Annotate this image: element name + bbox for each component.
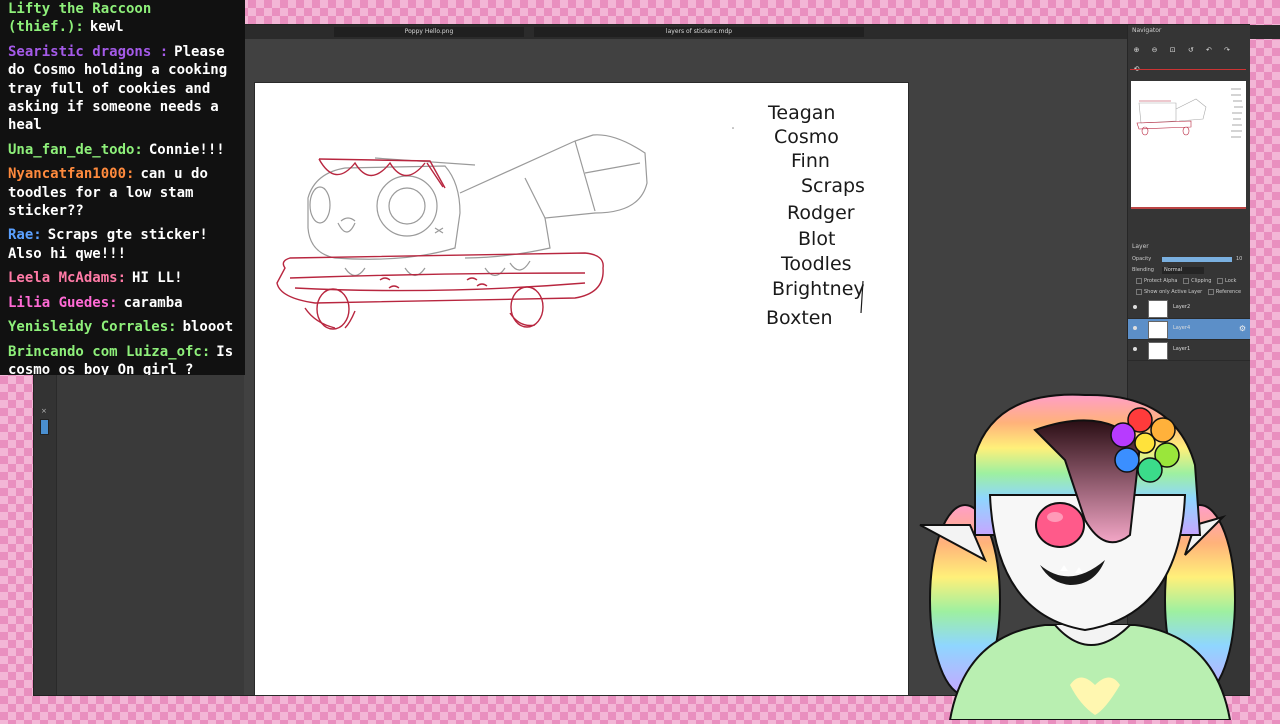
- layer-thumbnail: [1148, 342, 1168, 360]
- drawing-canvas[interactable]: Teagan Cosmo Finn Scraps Rodger Blot Too…: [255, 83, 908, 695]
- chat-username: Lilia Guedes:: [8, 294, 118, 311]
- blending-row: Blending Normal: [1128, 265, 1250, 276]
- name-blot: Blot: [798, 228, 835, 250]
- chat-username: Una_fan_de_todo:: [8, 141, 143, 158]
- blending-select[interactable]: Normal: [1162, 267, 1204, 274]
- rotate-left-icon[interactable]: ↶: [1204, 46, 1213, 54]
- toolbox-close-icon[interactable]: ×: [41, 407, 47, 415]
- tab-layers-of-stickers[interactable]: layers of stickers.mdp: [534, 27, 864, 37]
- navigator-toolbar: ⊕ ⊖ ⊡ ↺ ↶ ↷ ⟲: [1132, 37, 1248, 73]
- navigator-thumbnail: [1136, 88, 1243, 138]
- layer-name: Layer2: [1173, 304, 1191, 310]
- zoom-in-icon[interactable]: ⊕: [1132, 46, 1141, 54]
- reference-label: Reference: [1215, 289, 1242, 295]
- chat-username: Yenisleidy Corrales:: [8, 319, 177, 336]
- layer-item[interactable]: Layer1: [1128, 340, 1250, 361]
- chat-text: HI LL!: [132, 270, 183, 287]
- rotate-right-icon[interactable]: ↷: [1222, 46, 1231, 54]
- chat-text: kewl: [89, 19, 124, 36]
- toolbox-panel: ×: [37, 407, 55, 447]
- name-rodger: Rodger: [787, 202, 855, 224]
- fit-icon[interactable]: ⊡: [1168, 46, 1177, 54]
- avatar-illustration: [919, 393, 1236, 721]
- reference-checkbox[interactable]: [1207, 288, 1214, 295]
- show-active-checkbox[interactable]: [1136, 288, 1142, 295]
- visibility-eye-icon[interactable]: [1133, 347, 1137, 351]
- chat-message: Lilia Guedes: caramba: [0, 294, 245, 312]
- blending-label: Blending: [1132, 267, 1154, 273]
- chat-username: Leela McAdams:: [8, 270, 127, 287]
- protect-alpha-label: Protect Alpha: [1144, 278, 1178, 284]
- rotate-icon[interactable]: ↺: [1186, 46, 1195, 54]
- chat-text: Connie!!!: [148, 141, 225, 158]
- chat-message: Brincando com Luiza_ofc: Is cosmo os boy …: [0, 343, 245, 376]
- opacity-row: Opacity 10: [1128, 254, 1250, 265]
- opacity-label: Opacity: [1132, 256, 1152, 262]
- name-brightney: Brightney: [772, 278, 865, 300]
- chat-message: Yenisleidy Corrales: blooot: [0, 318, 245, 336]
- lock-checkbox[interactable]: [1217, 277, 1224, 284]
- chat-text: blooot: [182, 319, 234, 336]
- sketch-layer: Teagan Cosmo Finn Scraps Rodger Blot Too…: [276, 102, 865, 330]
- layer-settings-gear-icon[interactable]: ⚙: [1239, 324, 1246, 333]
- layer-options-row-2: Show only Active Layer Reference: [1128, 287, 1250, 298]
- clipping-label: Clipping: [1191, 278, 1212, 284]
- layer-title: Layer: [1132, 243, 1149, 250]
- chat-username: Rae:: [8, 227, 42, 244]
- name-list: Teagan Cosmo Finn Scraps Rodger Blot Too…: [766, 102, 865, 329]
- opacity-value: 10: [1236, 256, 1243, 262]
- navigator-preview[interactable]: [1131, 81, 1246, 209]
- ink-lines: [276, 158, 604, 330]
- chat-message: Nyancatfan1000: can u do toodles for a lo…: [0, 165, 245, 220]
- protect-alpha-checkbox[interactable]: [1136, 277, 1142, 284]
- show-active-label: Show only Active Layer: [1144, 289, 1203, 295]
- chat-message: Leela McAdams: HI LL!: [0, 269, 245, 287]
- chat-username: Searistic dragons :: [8, 43, 169, 60]
- layer-thumbnail: [1148, 321, 1168, 339]
- chat-message: Rae: Scraps gte sticker! Also hi qwe!!!: [0, 226, 245, 263]
- chat-message: Lifty the Raccoon (thief.): kewl: [0, 0, 245, 37]
- vtuber-avatar: [905, 385, 1280, 721]
- layer-panel: Layer Opacity 10 Blending Normal Protect…: [1128, 241, 1250, 361]
- name-boxten: Boxten: [766, 307, 833, 329]
- name-scraps: Scraps: [801, 175, 865, 197]
- zoom-out-icon[interactable]: ⊖: [1150, 46, 1159, 54]
- layer-options-row: Protect Alpha Clipping Lock: [1128, 276, 1250, 287]
- chat-message: Una_fan_de_todo: Connie!!!: [0, 141, 245, 159]
- stream-chat-overlay: Lifty the Raccoon (thief.): kewl Searisti…: [0, 0, 245, 375]
- layer-name: Layer1: [1173, 346, 1191, 352]
- lock-label: Lock: [1225, 278, 1237, 284]
- stray-dot: [732, 127, 734, 129]
- name-teagan: Teagan: [767, 102, 835, 124]
- chat-username: Lifty the Raccoon (thief.):: [8, 1, 152, 36]
- document-tab-bar: Poppy Hello.png layers of stickers.mdp: [244, 25, 1280, 39]
- layer-item[interactable]: Layer2: [1128, 298, 1250, 319]
- chat-username: Nyancatfan1000:: [8, 166, 135, 183]
- name-finn: Finn: [791, 150, 830, 172]
- opacity-slider[interactable]: [1162, 257, 1232, 262]
- layer-name: Layer4: [1173, 325, 1191, 331]
- tab-poppy-hello[interactable]: Poppy Hello.png: [334, 27, 524, 37]
- chat-message: Searistic dragons : Please do Cosmo holdi…: [0, 43, 245, 135]
- clipping-checkbox[interactable]: [1183, 277, 1190, 284]
- chat-username: Brincando com Luiza_ofc:: [8, 343, 211, 360]
- active-tool-swatch[interactable]: [40, 419, 49, 435]
- visibility-eye-icon[interactable]: [1133, 305, 1137, 309]
- layer-thumbnail: [1148, 300, 1168, 318]
- name-cosmo: Cosmo: [774, 126, 839, 148]
- navigator-divider: [1130, 69, 1246, 70]
- visibility-eye-icon[interactable]: [1133, 326, 1137, 330]
- name-toodles: Toodles: [780, 253, 852, 275]
- layer-item-active[interactable]: Layer4 ⚙: [1128, 319, 1250, 340]
- chat-text: caramba: [123, 294, 183, 311]
